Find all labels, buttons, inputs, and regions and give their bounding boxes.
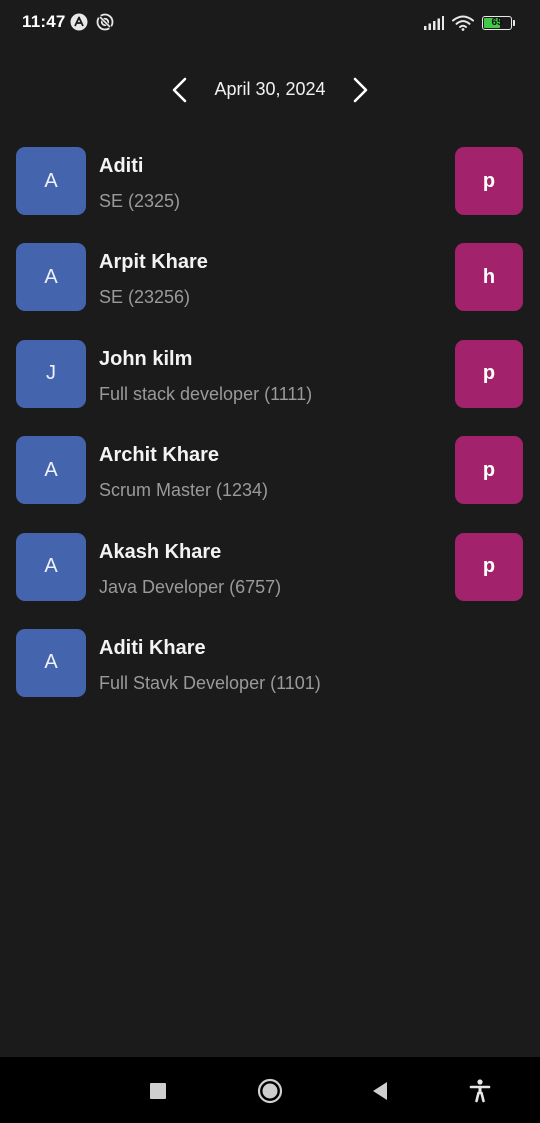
status-indicators: 65 (424, 12, 515, 34)
home-button[interactable] (250, 1071, 290, 1111)
employee-row[interactable]: J John kilm Full stack developer (1111) … (0, 339, 540, 408)
battery-icon: 65 (482, 16, 515, 30)
battery-level: 65 (491, 17, 503, 28)
employee-name: Akash Khare (99, 540, 222, 563)
app-a-icon (70, 13, 88, 31)
attendance-status-button[interactable]: p (455, 436, 523, 505)
back-button[interactable] (360, 1071, 400, 1111)
employee-role: SE (23256) (99, 287, 191, 308)
recents-button[interactable] (138, 1071, 178, 1111)
system-nav-bar (0, 1057, 540, 1123)
attendance-status-button[interactable]: p (455, 532, 523, 601)
employee-name: Archit Khare (99, 444, 220, 467)
employee-role: Java Developer (6757) (99, 576, 282, 597)
attendance-status-button[interactable]: p (455, 147, 523, 215)
avatar: A (16, 147, 86, 215)
avatar: A (16, 436, 86, 505)
recents-square-icon (150, 1083, 166, 1099)
employee-name: Aditi (99, 155, 144, 177)
avatar: A (16, 628, 86, 697)
employee-row[interactable]: A Arpit Khare SE (23256) h (0, 243, 540, 312)
avatar: A (16, 243, 86, 312)
avatar: J (16, 339, 86, 408)
employee-list: A Aditi SE (2325) p A Arpit Khare SE (23… (0, 147, 540, 725)
back-triangle-icon (373, 1082, 387, 1100)
date-navigator: April 30, 2024 (0, 70, 540, 110)
wifi-icon (452, 15, 474, 31)
signal-icon (424, 16, 444, 30)
attendance-status-button[interactable]: h (455, 243, 523, 312)
employee-row[interactable]: A Archit Khare Scrum Master (1234) p (0, 436, 540, 505)
employee-row[interactable]: A Akash Khare Java Developer (6757) p (0, 532, 540, 601)
status-bar: 11:47 65 (0, 0, 540, 46)
home-circle-icon (257, 1078, 283, 1104)
chevron-right-icon (353, 77, 368, 103)
current-date: April 30, 2024 (214, 79, 326, 99)
previous-date-button[interactable] (164, 74, 196, 106)
next-date-button[interactable] (344, 74, 376, 106)
employee-role: SE (2325) (99, 191, 181, 211)
status-time: 11:47 (22, 12, 66, 31)
avatar: A (16, 532, 86, 601)
accessibility-icon (469, 1079, 491, 1103)
employee-row[interactable]: A Aditi Khare Full Stavk Developer (1101… (0, 628, 540, 697)
employee-name: Arpit Khare (99, 251, 208, 274)
employee-role: Scrum Master (1234) (99, 480, 269, 501)
employee-name: John kilm (99, 347, 193, 370)
employee-role: Full stack developer (1111) (99, 383, 313, 404)
employee-role: Full Stavk Developer (1101) (99, 672, 321, 693)
employee-row[interactable]: A Aditi SE (2325) p (0, 147, 540, 215)
attendance-status-button[interactable]: p (455, 339, 523, 408)
accessibility-button[interactable] (460, 1071, 500, 1111)
app-sync-icon (96, 13, 114, 31)
employee-name: Aditi Khare (99, 636, 206, 659)
chevron-left-icon (172, 77, 187, 103)
